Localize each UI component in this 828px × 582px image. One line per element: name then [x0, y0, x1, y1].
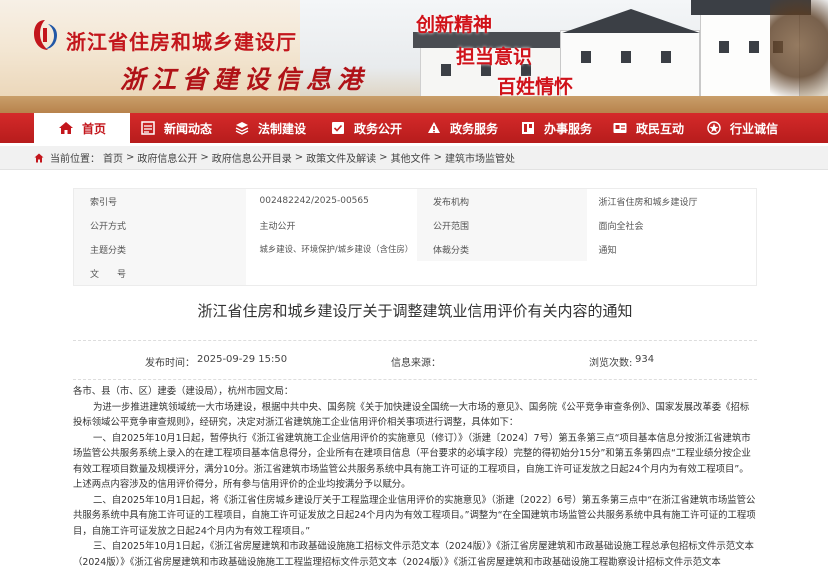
interaction-icon — [613, 123, 627, 133]
breadcrumb-prefix: 当前位置： — [50, 154, 100, 165]
nav-item-credit[interactable]: 行业诚信 — [694, 113, 790, 143]
info-row: 主题分类 城乡建设、环境保护/城乡建设（含住房） 体裁分类 通知 — [74, 237, 757, 261]
nav-item-news[interactable]: 新闻动态 — [130, 113, 222, 143]
info-value: 面向全社会 — [586, 213, 757, 237]
body-paragraph: 为进一步推进建筑领域统一大市场建设，根据中共中央、国务院《关于加快建设全国统一大… — [73, 401, 750, 429]
location-icon — [34, 153, 44, 162]
body-paragraph: 二、自2025年10月1日起，将《浙江省住房城乡建设厅关于工程监理企业信用评价的… — [73, 494, 756, 537]
publish-time-label: 发布时间： — [145, 358, 195, 369]
breadcrumb-link[interactable]: 政府信息公开 — [137, 150, 197, 165]
source-label: 信息来源： — [391, 358, 441, 369]
views-label: 浏览次数: — [589, 358, 633, 369]
breadcrumb-link[interactable]: 政府信息公开目录 — [212, 150, 292, 165]
nav-item-label: 政民互动 — [635, 121, 684, 136]
nav-item-label: 政务公开 — [353, 121, 402, 136]
info-label: 文 号 — [74, 261, 246, 285]
nav-item-label: 法制建设 — [257, 121, 306, 136]
credit-icon — [707, 121, 721, 135]
nav-item-handling[interactable]: 办事服务 — [510, 113, 602, 143]
home-icon — [58, 122, 73, 134]
info-value: 主动公开 — [245, 213, 417, 237]
document-info-table: 索引号 002482242/2025-00565 发布机构 浙江省住房和城乡建设… — [73, 188, 757, 286]
breadcrumb-separator: > — [294, 152, 304, 163]
document-body: 各市、县（市、区）建委（建设局），杭州市园文局： 为进一步推进建筑领域统一大市场… — [73, 384, 757, 570]
info-value: 通知 — [586, 237, 757, 261]
info-row: 文 号 — [74, 261, 757, 285]
body-paragraph: 各市、县（市、区）建委（建设局），杭州市园文局： — [73, 386, 294, 397]
views-count: 934 — [635, 354, 655, 365]
logo-icon[interactable] — [32, 18, 58, 52]
info-label: 公开范围 — [417, 213, 587, 237]
info-value: 城乡建设、环境保护/城乡建设（含住房） — [245, 237, 417, 261]
info-label: 体裁分类 — [417, 237, 587, 261]
info-label: 公开方式 — [74, 213, 246, 237]
motto-text: 百姓情怀 — [497, 76, 574, 98]
info-value — [245, 261, 417, 285]
nav-item-label: 行业诚信 — [729, 121, 778, 136]
breadcrumb: 当前位置： 首页 > 政府信息公开 > 政府信息公开目录 > 政策文件及解读 >… — [0, 146, 828, 170]
breadcrumb-separator: > — [433, 152, 442, 163]
disclosure-icon — [331, 122, 344, 134]
banner-house — [560, 30, 700, 100]
info-spacer — [417, 261, 587, 285]
main-nav: 首页 新闻动态 法制建设 政务公开 政务服务 办事服务 政民互动 行业诚信 — [0, 113, 828, 143]
handling-icon — [521, 122, 534, 134]
nav-item-law[interactable]: 法制建设 — [222, 113, 318, 143]
motto-text: 担当意识 — [456, 46, 533, 68]
breadcrumb-separator: > — [126, 152, 135, 163]
nav-item-label: 首页 — [81, 121, 106, 136]
law-icon — [235, 122, 249, 135]
nav-item-interaction[interactable]: 政民互动 — [602, 113, 694, 143]
info-value: 浙江省住房和城乡建设厅 — [586, 189, 757, 213]
info-row: 索引号 002482242/2025-00565 发布机构 浙江省住房和城乡建设… — [74, 189, 757, 213]
breadcrumb-link[interactable]: 其他文件 — [391, 150, 431, 165]
banner-ground — [0, 96, 828, 113]
motto-text: 创新精神 — [416, 14, 493, 36]
breadcrumb-link[interactable]: 建筑市场监管处 — [445, 150, 515, 165]
nav-item-disclosure[interactable]: 政务公开 — [318, 113, 414, 143]
body-paragraph: 三、自2025年10月1日起，《浙江省房屋建筑和市政基础设施施工招标文件示范文本… — [73, 541, 754, 568]
info-row: 公开方式 主动公开 公开范围 面向全社会 — [74, 213, 757, 237]
publish-time: 2025-09-29 15:50 — [197, 354, 288, 365]
breadcrumb-separator: > — [379, 152, 388, 163]
info-label: 索引号 — [74, 189, 246, 213]
info-spacer — [586, 261, 757, 285]
site-title[interactable]: 浙江省住房和城乡建设厅 — [66, 26, 297, 55]
info-label: 主题分类 — [74, 237, 246, 261]
news-icon — [141, 121, 155, 135]
nav-item-service[interactable]: 政务服务 — [414, 113, 510, 143]
header-banner: 浙江省住房和城乡建设厅 浙江省建设信息港 创新精神 担当意识 百姓情怀 — [0, 0, 828, 113]
body-paragraph: 一、自2025年10月1日起，暂停执行《浙江省建筑施工企业信用评价的实施意见（修… — [73, 432, 751, 491]
nav-item-label: 政务服务 — [449, 121, 498, 136]
site-slogan: 浙江省建设信息港 — [120, 65, 369, 94]
nav-item-label: 办事服务 — [543, 121, 592, 136]
nav-item-home[interactable]: 首页 — [34, 113, 130, 143]
info-value: 002482242/2025-00565 — [245, 189, 417, 213]
breadcrumb-separator: > — [200, 152, 209, 163]
nav-item-label: 新闻动态 — [163, 121, 212, 136]
service-icon — [427, 122, 440, 133]
document-title: 浙江省住房和城乡建设厅关于调整建筑业信用评价有关内容的通知 — [197, 302, 633, 320]
breadcrumb-link[interactable]: 政策文件及解读 — [306, 150, 376, 165]
breadcrumb-link[interactable]: 首页 — [103, 150, 123, 165]
document-meta: 发布时间： 2025-09-29 15:50 信息来源： 浏览次数: 934 — [73, 340, 757, 380]
info-label: 发布机构 — [417, 189, 587, 213]
